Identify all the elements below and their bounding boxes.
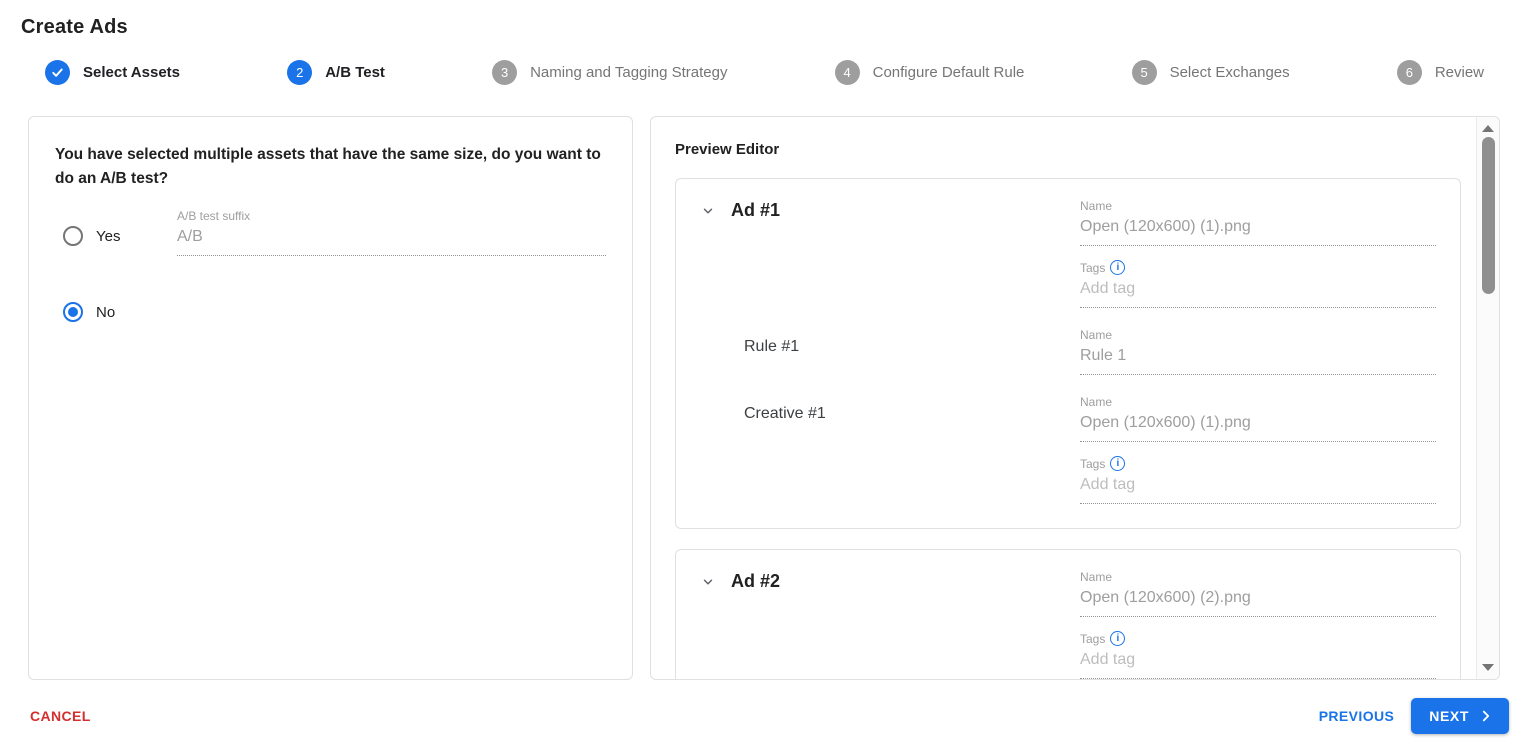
radio-unselected-icon[interactable] bbox=[63, 226, 83, 246]
rule-fields-column: Name bbox=[1080, 328, 1436, 375]
ad-name-field: Name bbox=[1080, 199, 1436, 246]
field-label: A/B test suffix bbox=[177, 209, 606, 223]
step-select-exchanges[interactable]: 5 Select Exchanges bbox=[1132, 60, 1290, 85]
step-number-circle: 5 bbox=[1132, 60, 1157, 85]
step-done-circle bbox=[45, 60, 70, 85]
field-label: Name bbox=[1080, 328, 1436, 342]
preview-editor-panel: Preview Editor Ad #1 Name bbox=[650, 116, 1500, 680]
radio-option-no[interactable]: No bbox=[63, 302, 177, 322]
field-label: Tags bbox=[1080, 457, 1105, 471]
step-number-circle: 6 bbox=[1397, 60, 1422, 85]
ad-fields-column: Name Tags i bbox=[1080, 199, 1436, 308]
ad-header-row: Ad #1 Name Tags i bbox=[700, 199, 1436, 308]
ad-header-row: Ad #2 Name Tags i bbox=[700, 570, 1436, 679]
ad-title: Ad #1 bbox=[731, 200, 780, 221]
page-title: Create Ads bbox=[0, 0, 1530, 39]
step-select-assets[interactable]: Select Assets bbox=[45, 60, 180, 85]
ad-tags-input[interactable] bbox=[1080, 275, 1436, 308]
step-ab-test[interactable]: 2 A/B Test bbox=[287, 60, 385, 85]
main-content: You have selected multiple assets that h… bbox=[0, 116, 1530, 680]
step-number-circle: 3 bbox=[492, 60, 517, 85]
step-label: Naming and Tagging Strategy bbox=[530, 64, 727, 81]
next-button[interactable]: NEXT bbox=[1411, 698, 1509, 734]
preview-editor-title: Preview Editor bbox=[675, 141, 1461, 158]
step-label: Select Exchanges bbox=[1170, 64, 1290, 81]
no-option-row: No bbox=[55, 302, 606, 332]
info-icon[interactable]: i bbox=[1110, 631, 1125, 646]
ad-card-2: Ad #2 Name Tags i bbox=[675, 549, 1461, 680]
radio-option-yes[interactable]: Yes bbox=[63, 226, 177, 246]
step-configure-default-rule[interactable]: 4 Configure Default Rule bbox=[835, 60, 1025, 85]
step-review[interactable]: 6 Review bbox=[1397, 60, 1484, 85]
chevron-down-icon bbox=[701, 204, 715, 218]
scrollbar-thumb[interactable] bbox=[1482, 137, 1495, 294]
wizard-stepper: Select Assets 2 A/B Test 3 Naming and Ta… bbox=[0, 57, 1530, 87]
collapse-toggle[interactable] bbox=[700, 203, 716, 219]
ab-suffix-input[interactable] bbox=[177, 223, 606, 256]
previous-button[interactable]: PREVIOUS bbox=[1319, 708, 1395, 724]
radio-label: No bbox=[96, 304, 115, 321]
step-naming-tagging[interactable]: 3 Naming and Tagging Strategy bbox=[492, 60, 727, 85]
creative-title-column: Creative #1 bbox=[700, 395, 1080, 504]
check-icon bbox=[50, 65, 65, 80]
rule-row: Rule #1 Name bbox=[700, 328, 1436, 375]
ad-tags-field: Tags i bbox=[1080, 631, 1436, 679]
ab-test-panel: You have selected multiple assets that h… bbox=[28, 116, 633, 680]
preview-scrollbar[interactable] bbox=[1476, 117, 1499, 679]
rule-name-input[interactable] bbox=[1080, 342, 1436, 375]
creative-tags-field: Tags i bbox=[1080, 456, 1436, 504]
ad-fields-column: Name Tags i bbox=[1080, 570, 1436, 679]
ad-tags-field: Tags i bbox=[1080, 260, 1436, 308]
radio-label: Yes bbox=[96, 228, 120, 245]
ad-title: Ad #2 bbox=[731, 571, 780, 592]
cancel-button[interactable]: CANCEL bbox=[30, 708, 91, 724]
radio-selected-icon[interactable] bbox=[63, 302, 83, 322]
ad-card-1: Ad #1 Name Tags i bbox=[675, 178, 1461, 529]
collapse-toggle[interactable] bbox=[700, 574, 716, 590]
creative-fields-column: Name Tags i bbox=[1080, 395, 1436, 504]
ad-name-input[interactable] bbox=[1080, 584, 1436, 617]
rule-title: Rule #1 bbox=[700, 329, 1080, 356]
scroll-down-arrow-icon[interactable] bbox=[1482, 664, 1494, 671]
creative-row: Creative #1 Name Tags i bbox=[700, 395, 1436, 504]
field-label: Tags bbox=[1080, 261, 1105, 275]
creative-name-field: Name bbox=[1080, 395, 1436, 442]
ad-tags-input[interactable] bbox=[1080, 646, 1436, 679]
step-label: Select Assets bbox=[83, 64, 180, 81]
creative-name-input[interactable] bbox=[1080, 409, 1436, 442]
wizard-footer: CANCEL PREVIOUS NEXT bbox=[0, 698, 1530, 734]
ab-suffix-field: A/B test suffix bbox=[177, 209, 606, 256]
scroll-up-arrow-icon[interactable] bbox=[1482, 125, 1494, 132]
step-number-circle: 2 bbox=[287, 60, 312, 85]
ad-name-field: Name bbox=[1080, 570, 1436, 617]
field-label: Name bbox=[1080, 199, 1436, 213]
step-number-circle: 4 bbox=[835, 60, 860, 85]
rule-name-field: Name bbox=[1080, 328, 1436, 375]
chevron-right-icon bbox=[1479, 709, 1493, 723]
step-label: A/B Test bbox=[325, 64, 385, 81]
ad-name-input[interactable] bbox=[1080, 213, 1436, 246]
chevron-down-icon bbox=[701, 575, 715, 589]
info-icon[interactable]: i bbox=[1110, 456, 1125, 471]
info-icon[interactable]: i bbox=[1110, 260, 1125, 275]
rule-title-column: Rule #1 bbox=[700, 328, 1080, 375]
field-label: Name bbox=[1080, 395, 1436, 409]
creative-title: Creative #1 bbox=[700, 396, 1080, 423]
ad-title-column: Ad #1 bbox=[700, 199, 1080, 308]
field-label: Tags bbox=[1080, 632, 1105, 646]
next-button-label: NEXT bbox=[1429, 708, 1469, 724]
field-label: Name bbox=[1080, 570, 1436, 584]
creative-tags-input[interactable] bbox=[1080, 471, 1436, 504]
step-label: Review bbox=[1435, 64, 1484, 81]
ad-title-column: Ad #2 bbox=[700, 570, 1080, 679]
ab-test-question: You have selected multiple assets that h… bbox=[55, 143, 606, 191]
step-label: Configure Default Rule bbox=[873, 64, 1025, 81]
yes-option-row: Yes A/B test suffix bbox=[55, 209, 606, 256]
